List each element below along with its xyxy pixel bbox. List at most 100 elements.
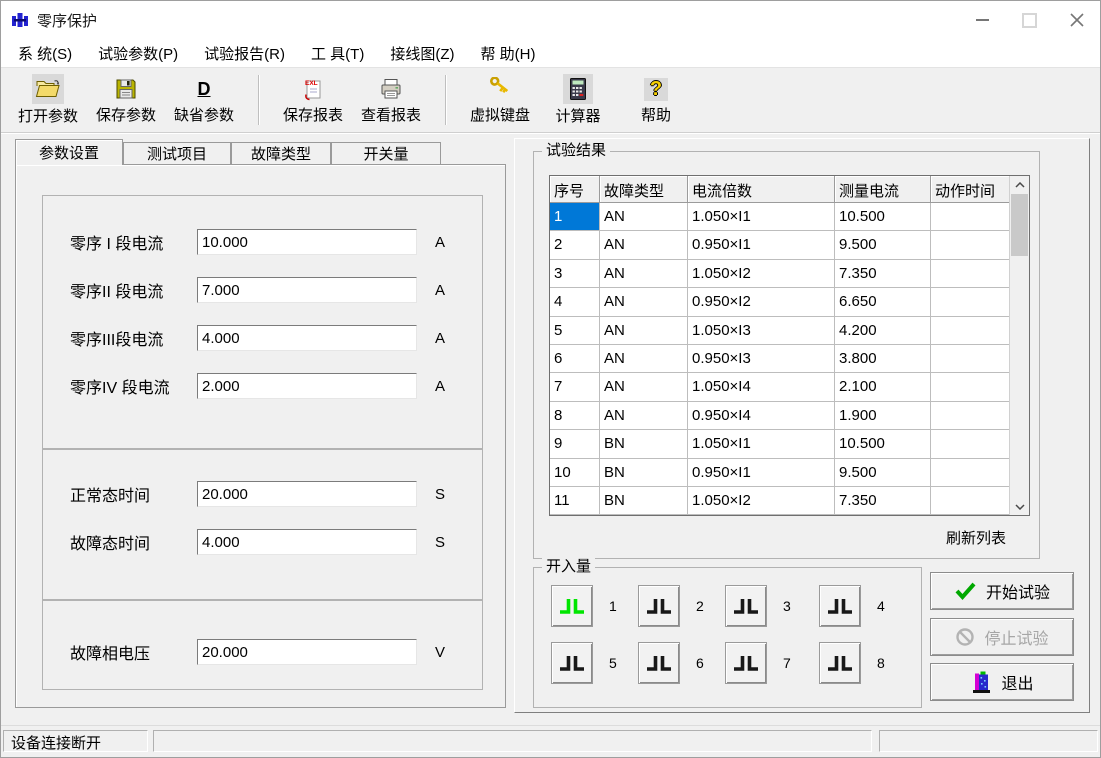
table-cell[interactable]: BN [600,459,688,487]
toolbar-open-params[interactable]: 打开参数 [9,71,87,129]
digital-input-3-button[interactable] [725,585,767,627]
table-cell[interactable]: 1.050×I2 [688,487,835,515]
table-cell[interactable]: 4 [550,288,600,316]
close-button[interactable] [1053,1,1100,39]
toolbar-virtual-keyboard[interactable]: 虚拟键盘 [461,71,539,129]
stop-test-button[interactable]: 停止试验 [930,618,1074,656]
digital-input-7-button[interactable] [725,642,767,684]
table-cell[interactable]: AN [600,317,688,345]
table-header-col-current-multiple[interactable]: 电流倍数 [688,176,835,203]
minimize-button[interactable] [959,1,1006,39]
table-cell[interactable] [931,203,1009,231]
table-cell[interactable]: 5 [550,317,600,345]
zero-seq-3-current-input[interactable] [197,325,417,351]
exit-button[interactable]: 退出 [930,663,1074,701]
table-cell[interactable]: 1.050×I1 [688,203,835,231]
digital-input-2-button[interactable] [638,585,680,627]
table-cell[interactable]: 8 [550,402,600,430]
table-cell[interactable]: AN [600,373,688,401]
normal-state-time-input[interactable] [197,481,417,507]
table-cell[interactable]: 11 [550,487,600,515]
table-cell[interactable]: 6.650 [835,288,931,316]
table-cell[interactable] [931,459,1009,487]
table-cell[interactable] [931,288,1009,316]
table-cell[interactable]: 2.100 [835,373,931,401]
table-cell[interactable] [931,260,1009,288]
table-cell[interactable]: AN [600,345,688,373]
table-header-col-action-time[interactable]: 动作时间 [931,176,1009,203]
scrollbar-thumb[interactable] [1011,194,1028,256]
table-cell[interactable]: 9 [550,430,600,458]
table-cell[interactable]: 10.500 [835,430,931,458]
table-cell[interactable]: 0.950×I2 [688,288,835,316]
table-cell[interactable]: AN [600,402,688,430]
table-header-col-measured-current[interactable]: 测量电流 [835,176,931,203]
digital-input-4-button[interactable] [819,585,861,627]
table-cell[interactable] [931,317,1009,345]
table-cell[interactable]: 0.950×I4 [688,402,835,430]
table-cell[interactable]: 1 [550,203,600,231]
table-cell[interactable]: 1.050×I2 [688,260,835,288]
menu-test-report[interactable]: 试验报告(R) [191,43,298,64]
table-cell[interactable]: AN [600,288,688,316]
fault-phase-voltage-input[interactable] [197,639,417,665]
table-cell[interactable]: 2 [550,231,600,259]
digital-input-5-button[interactable] [551,642,593,684]
table-cell[interactable]: 0.950×I1 [688,459,835,487]
table-cell[interactable] [931,373,1009,401]
tab-switch-values[interactable]: 开关量 [331,142,441,164]
tab-fault-type[interactable]: 故障类型 [231,142,331,164]
menu-help[interactable]: 帮 助(H) [467,43,548,64]
digital-input-6-button[interactable] [638,642,680,684]
table-cell[interactable]: 0.950×I3 [688,345,835,373]
table-cell[interactable] [931,231,1009,259]
table-scrollbar[interactable] [1009,176,1029,515]
maximize-button[interactable] [1006,1,1053,39]
table-header-col-fault-type[interactable]: 故障类型 [600,176,688,203]
toolbar-view-report[interactable]: 查看报表 [352,71,430,129]
fault-state-time-input[interactable] [197,529,417,555]
digital-input-1-button[interactable] [551,585,593,627]
table-cell[interactable]: 1.050×I1 [688,430,835,458]
table-cell[interactable]: 4.200 [835,317,931,345]
table-cell[interactable] [931,487,1009,515]
table-cell[interactable]: 7.350 [835,260,931,288]
table-cell[interactable]: 10.500 [835,203,931,231]
table-cell[interactable] [931,402,1009,430]
table-cell[interactable]: 0.950×I1 [688,231,835,259]
table-cell[interactable]: AN [600,231,688,259]
zero-seq-4-current-input[interactable] [197,373,417,399]
tab-test-items[interactable]: 测试项目 [123,142,231,164]
table-cell[interactable]: 7 [550,373,600,401]
table-cell[interactable]: 6 [550,345,600,373]
table-cell[interactable]: 3 [550,260,600,288]
table-cell[interactable]: 1.050×I4 [688,373,835,401]
table-cell[interactable]: 1.900 [835,402,931,430]
menu-test-params[interactable]: 试验参数(P) [85,43,191,64]
table-cell[interactable]: AN [600,203,688,231]
table-cell[interactable]: 9.500 [835,231,931,259]
toolbar-help[interactable]: ?帮助 [617,71,695,129]
table-cell[interactable] [931,345,1009,373]
table-cell[interactable]: 7.350 [835,487,931,515]
menu-tools[interactable]: 工 具(T) [298,43,377,64]
menu-system[interactable]: 系 统(S) [5,43,85,64]
table-header-col-index[interactable]: 序号 [550,176,600,203]
menu-wiring-diagram[interactable]: 接线图(Z) [377,43,467,64]
digital-input-8-button[interactable] [819,642,861,684]
table-cell[interactable] [931,430,1009,458]
table-cell[interactable]: 10 [550,459,600,487]
toolbar-save-report[interactable]: EXL保存报表 [274,71,352,129]
toolbar-save-params[interactable]: 保存参数 [87,71,165,129]
scroll-down-button[interactable] [1010,498,1029,515]
table-cell[interactable]: 3.800 [835,345,931,373]
table-cell[interactable]: AN [600,260,688,288]
tab-param-settings[interactable]: 参数设置 [15,139,123,165]
table-cell[interactable]: 9.500 [835,459,931,487]
zero-seq-2-current-input[interactable] [197,277,417,303]
toolbar-calculator[interactable]: 计算器 [539,71,617,129]
scroll-up-button[interactable] [1010,176,1029,193]
table-cell[interactable]: 1.050×I3 [688,317,835,345]
table-cell[interactable]: BN [600,487,688,515]
table-cell[interactable]: BN [600,430,688,458]
